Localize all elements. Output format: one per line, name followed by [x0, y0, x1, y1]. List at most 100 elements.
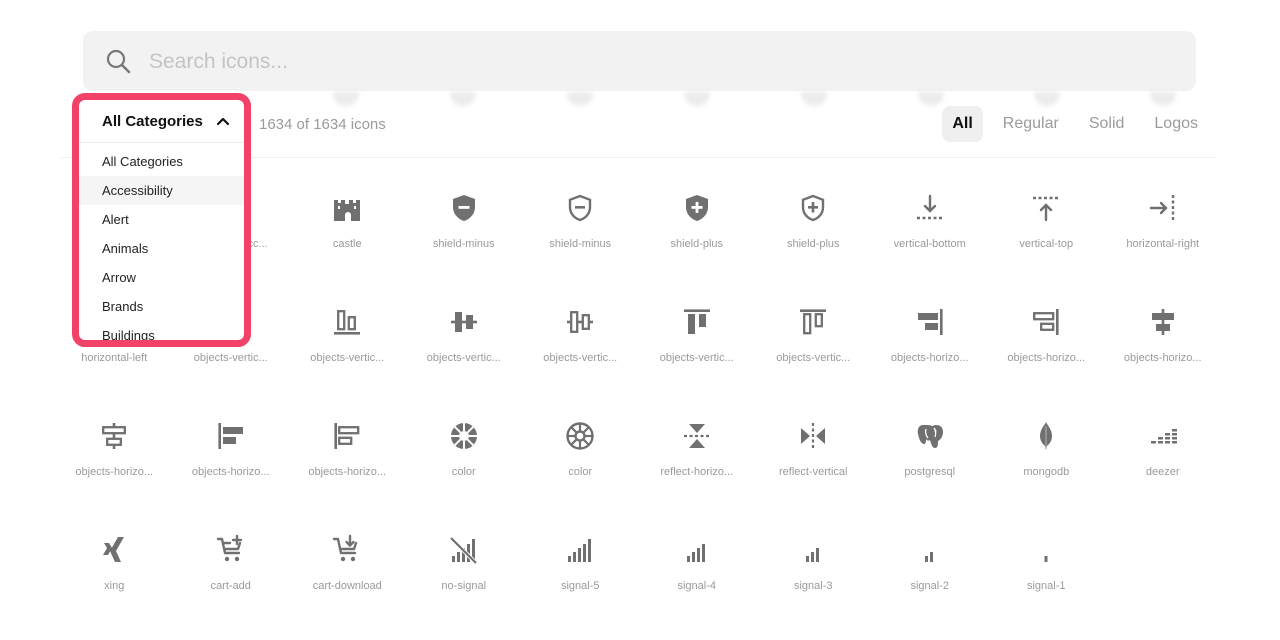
icon-tile-signal-3[interactable]: signal-3: [755, 518, 872, 632]
icon-tile-mongodb[interactable]: mongodb: [988, 404, 1105, 518]
icon-tile-shield-plus[interactable]: shield-plus: [639, 176, 756, 290]
ghost-icon: [450, 92, 476, 106]
icon-label: postgresql: [904, 466, 956, 478]
icon-label: signal-5: [560, 580, 600, 592]
objects-vertical-bottom-outline-icon: [329, 304, 365, 340]
category-option-list[interactable]: All Categories Accessibility Alert Anima…: [79, 143, 244, 340]
icon-tile-shield-minus[interactable]: shield-minus: [522, 176, 639, 290]
icon-label: cart-add: [210, 580, 251, 592]
reflect-vertical-icon: [795, 418, 831, 454]
category-option-buildings[interactable]: Buildings: [79, 321, 244, 340]
reflect-horizontal-icon: [679, 418, 715, 454]
ghost-icon: [918, 92, 944, 106]
signal-5-icon: [562, 532, 598, 568]
search-icon: [106, 49, 131, 74]
icon-tile-objects-horizontal[interactable]: objects-horizo...: [289, 404, 406, 518]
icon-tile-objects-vertical[interactable]: objects-vertic...: [639, 290, 756, 404]
icon-tile-signal-4[interactable]: signal-4: [639, 518, 756, 632]
shield-minus-outline-icon: [562, 190, 598, 226]
icon-tile-objects-horizontal[interactable]: objects-horizo...: [56, 404, 173, 518]
category-dropdown-selected: All Categories: [102, 112, 203, 130]
category-dropdown-toggle[interactable]: All Categories: [79, 100, 244, 143]
signal-4-icon: [679, 532, 715, 568]
signal-1-icon: [1028, 532, 1064, 568]
mongodb-logo-icon: [1028, 418, 1064, 454]
objects-horizontal-left-outline-icon: [329, 418, 365, 454]
postgresql-logo-icon: [912, 418, 948, 454]
icon-tile-objects-vertical[interactable]: objects-vertic...: [755, 290, 872, 404]
chevron-up-icon: [216, 117, 230, 126]
icon-label: shield-plus: [670, 238, 724, 250]
icon-label: color: [451, 466, 476, 478]
icon-tile-shield-plus[interactable]: shield-plus: [755, 176, 872, 290]
category-option-alert[interactable]: Alert: [79, 205, 244, 234]
icon-tile-objects-vertical[interactable]: objects-vertic...: [522, 290, 639, 404]
color-wheel-outline-icon: [562, 418, 598, 454]
objects-horizontal-right-outline-icon: [1028, 304, 1064, 340]
vertical-bottom-icon: [912, 190, 948, 226]
icon-tile-objects-horizontal[interactable]: objects-horizo...: [988, 290, 1105, 404]
category-option-all[interactable]: All Categories: [79, 147, 244, 176]
icon-tile-objects-horizontal[interactable]: objects-horizo...: [173, 404, 290, 518]
icon-tile-objects-horizontal[interactable]: objects-horizo...: [872, 290, 989, 404]
icon-tile-reflect-vertical[interactable]: reflect-vertical: [755, 404, 872, 518]
signal-2-icon: [912, 532, 948, 568]
ghost-icon: [1150, 92, 1176, 106]
icon-tile-reflect-horizontal[interactable]: reflect-horizo...: [639, 404, 756, 518]
category-option-accessibility[interactable]: Accessibility: [79, 176, 244, 205]
icon-tile-objects-vertical[interactable]: objects-vertic...: [406, 290, 523, 404]
category-option-arrow[interactable]: Arrow: [79, 263, 244, 292]
search-input[interactable]: [147, 41, 1171, 83]
icon-tile-no-signal[interactable]: no-signal: [406, 518, 523, 632]
vertical-top-icon: [1028, 190, 1064, 226]
icon-label: objects-horizo...: [308, 466, 387, 478]
category-option-animals[interactable]: Animals: [79, 234, 244, 263]
deezer-logo-icon: [1145, 418, 1181, 454]
icon-count: 1634 of 1634 icons: [259, 116, 386, 133]
ghost-icon: [567, 92, 593, 106]
icon-label: objects-horizo...: [75, 466, 154, 478]
icon-label: reflect-horizo...: [660, 466, 734, 478]
icon-tile-objects-vertical[interactable]: objects-vertic...: [289, 290, 406, 404]
icon-tile-xing[interactable]: xing: [56, 518, 173, 632]
icon-tile-deezer[interactable]: deezer: [1105, 404, 1222, 518]
search-bar[interactable]: [83, 31, 1196, 91]
icon-tile-cart-add[interactable]: cart-add: [173, 518, 290, 632]
icon-label: objects-horizo...: [1123, 352, 1202, 364]
icon-tile-castle[interactable]: castle: [289, 176, 406, 290]
ghost-icon: [333, 92, 359, 106]
ghost-icon: [801, 92, 827, 106]
icon-tile-vertical-top[interactable]: vertical-top: [988, 176, 1105, 290]
icon-tile-vertical-bottom[interactable]: vertical-bottom: [872, 176, 989, 290]
icon-tile-color[interactable]: color: [406, 404, 523, 518]
icon-label: shield-minus: [432, 238, 495, 250]
icon-tile-objects-horizontal[interactable]: objects-horizo...: [1105, 290, 1222, 404]
icon-tile-signal-2[interactable]: signal-2: [872, 518, 989, 632]
filter-tab-solid[interactable]: Solid: [1079, 106, 1135, 142]
icon-label: objects-horizo...: [890, 352, 969, 364]
objects-horizontal-center-solid-icon: [1145, 304, 1181, 340]
category-option-brands[interactable]: Brands: [79, 292, 244, 321]
filter-tab-all[interactable]: All: [942, 106, 983, 142]
icon-tile-signal-1[interactable]: signal-1: [988, 518, 1105, 632]
icon-label: signal-2: [910, 580, 950, 592]
icon-label: objects-vertic...: [776, 352, 851, 364]
filter-tab-regular[interactable]: Regular: [993, 106, 1069, 142]
horizontal-right-icon: [1145, 190, 1181, 226]
icon-tile-cart-download[interactable]: cart-download: [289, 518, 406, 632]
cart-download-icon: [329, 532, 365, 568]
icon-label: no-signal: [441, 580, 487, 592]
icon-tile-signal-5[interactable]: signal-5: [522, 518, 639, 632]
icon-tile-color[interactable]: color: [522, 404, 639, 518]
icon-label: horizontal-left: [81, 352, 148, 364]
icon-tile-shield-minus[interactable]: shield-minus: [406, 176, 523, 290]
icon-label: objects-horizo...: [1007, 352, 1086, 364]
objects-horizontal-center-outline-icon: [96, 418, 132, 454]
icon-tile-postgresql[interactable]: postgresql: [872, 404, 989, 518]
ghost-icon: [1034, 92, 1060, 106]
icon-label: signal-3: [793, 580, 833, 592]
xing-logo-icon: [96, 532, 132, 568]
filter-tab-logos[interactable]: Logos: [1144, 106, 1208, 142]
shield-minus-solid-icon: [446, 190, 482, 226]
icon-tile-horizontal-right[interactable]: horizontal-right: [1105, 176, 1222, 290]
